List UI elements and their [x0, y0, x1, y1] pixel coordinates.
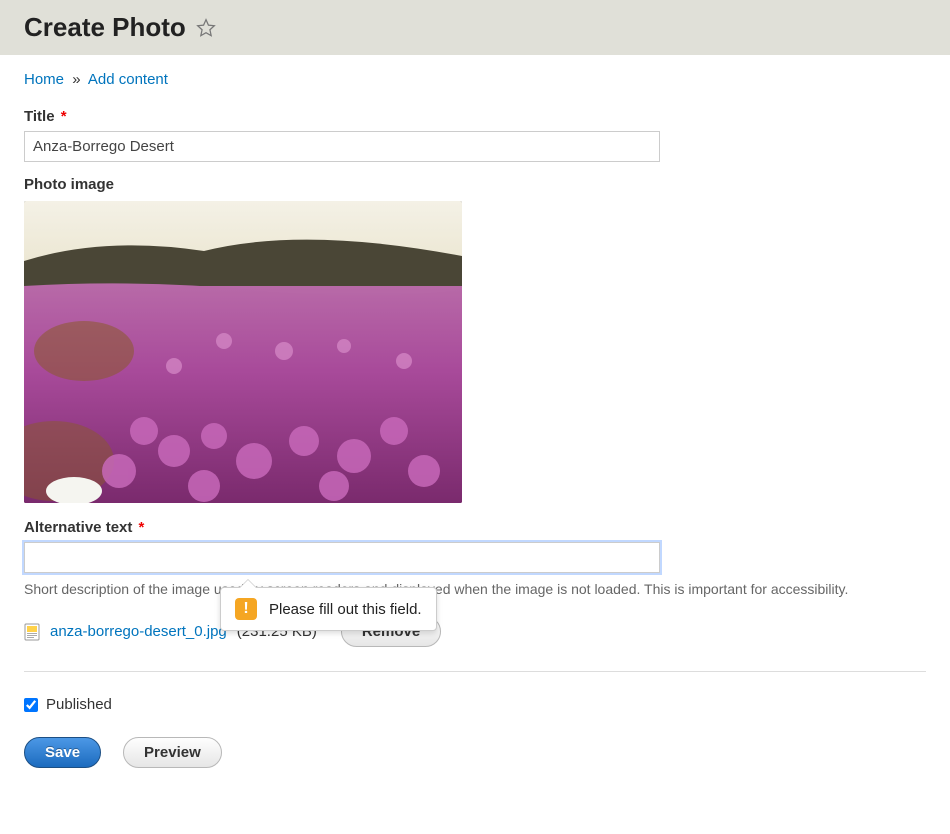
published-checkbox[interactable] [24, 698, 38, 712]
form-actions: Save Preview [24, 737, 926, 768]
warning-icon: ! [235, 598, 257, 620]
preview-button[interactable]: Preview [123, 737, 222, 768]
file-name-link[interactable]: anza-borrego-desert_0.jpg [50, 623, 227, 640]
photo-preview [24, 201, 462, 503]
breadcrumb-home-link[interactable]: Home [24, 71, 64, 88]
title-label: Title * [24, 108, 926, 125]
title-input[interactable] [24, 131, 660, 162]
save-button[interactable]: Save [24, 737, 101, 768]
alt-text-description: Short description of the image used by s… [24, 579, 926, 600]
validation-tooltip: ! Please fill out this field. [220, 587, 437, 631]
published-label[interactable]: Published [46, 696, 112, 713]
page-header: Create Photo [0, 0, 950, 55]
breadcrumb: Home » Add content [24, 71, 926, 88]
file-image-icon [24, 623, 40, 641]
validation-message: Please fill out this field. [269, 601, 422, 618]
required-marker: * [139, 519, 145, 536]
alt-text-label: Alternative text * [24, 519, 926, 536]
favorite-star-icon[interactable] [196, 18, 216, 38]
file-row: anza-borrego-desert_0.jpg (231.25 KB) Re… [24, 616, 926, 647]
breadcrumb-add-content-link[interactable]: Add content [88, 71, 168, 88]
page-title: Create Photo [24, 12, 186, 43]
divider [24, 671, 926, 672]
required-marker: * [61, 108, 67, 125]
breadcrumb-separator: » [72, 71, 80, 88]
alt-text-input[interactable] [24, 542, 660, 573]
photo-image-label: Photo image [24, 176, 926, 193]
